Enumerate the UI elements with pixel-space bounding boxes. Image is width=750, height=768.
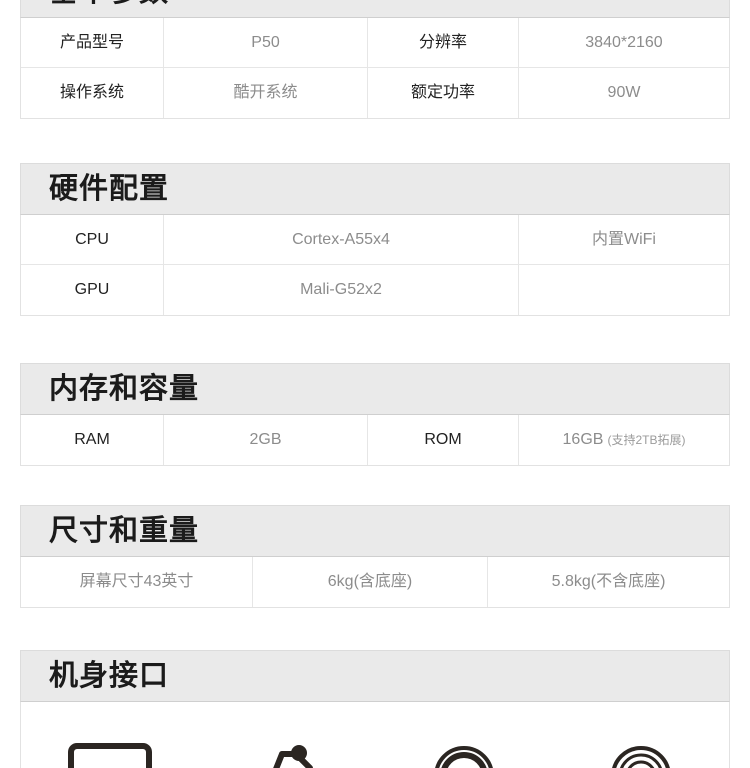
ports-icon-area [20, 702, 730, 768]
cell-label: 分辨率 [368, 18, 519, 67]
section-hardware-config: 硬件配置 CPU Cortex-A55x4 内置WiFi GPU Mali-G5… [20, 163, 730, 316]
table-row: RAM 2GB ROM 16GB (支持2TB拓展) [21, 415, 729, 465]
cell-label: RAM [21, 415, 164, 465]
section-body-ports: 机身接口 [20, 650, 730, 768]
cell-value: 屏幕尺寸43英寸 [21, 557, 253, 607]
table-memory-capacity: RAM 2GB ROM 16GB (支持2TB拓展) [20, 415, 730, 466]
section-memory-capacity: 内存和容量 RAM 2GB ROM 16GB (支持2TB拓展) [20, 363, 730, 466]
table-dimension-weight: 屏幕尺寸43英寸 6kg(含底座) 5.8kg(不含底座) [20, 557, 730, 608]
table-row: GPU Mali-G52x2 [21, 265, 729, 315]
av-audio-jack-icon [416, 730, 512, 768]
table-row: CPU Cortex-A55x4 内置WiFi [21, 215, 729, 265]
section-header-hardware-config: 硬件配置 [20, 163, 730, 215]
cell-value: 6kg(含底座) [253, 557, 488, 607]
cell-value: 90W [607, 84, 641, 102]
cell-value: 内置WiFi [592, 230, 656, 248]
section-header-basic-parameters: 基本参数 [20, 0, 730, 18]
cell-value: 3840*2160 [585, 33, 663, 51]
ports-icon-strip [21, 730, 729, 768]
section-title-hardware-config: 硬件配置 [49, 172, 170, 205]
cell-label: 操作系统 [21, 68, 164, 118]
cell-value: 2GB [164, 415, 368, 465]
section-dimension-weight: 尺寸和重量 屏幕尺寸43英寸 6kg(含底座) 5.8kg(不含底座) [20, 505, 730, 608]
table-row: 产品型号 P50 分辨率 3840*2160 [21, 18, 729, 68]
table-row: 操作系统 酷开系统 额定功率 90W [21, 68, 729, 118]
cell-label: 额定功率 [368, 68, 519, 118]
spec-sheet-page: 基本参数 产品型号 P50 分辨率 3840*2160 操作系统 酷开系统 额定… [0, 0, 750, 768]
cell-label: ROM [368, 415, 519, 465]
section-title-body-ports: 机身接口 [49, 659, 170, 692]
table-basic-parameters: 产品型号 P50 分辨率 3840*2160 操作系统 酷开系统 额定功率 90… [20, 18, 730, 119]
table-hardware-config: CPU Cortex-A55x4 内置WiFi GPU Mali-G52x2 [20, 215, 730, 316]
cell-blank [519, 265, 729, 315]
section-header-memory-capacity: 内存和容量 [20, 363, 730, 415]
hdmi-port-icon [62, 730, 158, 768]
cell-label: CPU [21, 215, 164, 264]
section-header-body-ports: 机身接口 [20, 650, 730, 702]
section-basic-parameters: 基本参数 产品型号 P50 分辨率 3840*2160 操作系统 酷开系统 额定… [20, 0, 730, 119]
cell-value-rom: 16GB (支持2TB拓展) [519, 415, 729, 465]
cell-value: P50 [164, 18, 368, 67]
section-title-basic-parameters: 基本参数 [49, 0, 169, 7]
cell-value: 酷开系统 [164, 68, 368, 118]
cell-label: GPU [21, 265, 164, 315]
section-title-memory-capacity: 内存和容量 [49, 372, 200, 405]
cell-value: 5.8kg(不含底座) [551, 573, 666, 591]
section-title-dimension-weight: 尺寸和重量 [49, 514, 200, 547]
rom-size: 16GB [562, 431, 604, 449]
table-row: 屏幕尺寸43英寸 6kg(含底座) 5.8kg(不含底座) [21, 557, 729, 607]
cell-label: 产品型号 [21, 18, 164, 67]
coaxial-spdif-port-icon [593, 730, 689, 768]
cell-value: Cortex-A55x4 [164, 215, 519, 264]
section-header-dimension-weight: 尺寸和重量 [20, 505, 730, 557]
rom-expansion-note: (支持2TB拓展) [607, 432, 686, 447]
cell-value: Mali-G52x2 [164, 265, 519, 315]
usb-port-icon [239, 730, 335, 768]
